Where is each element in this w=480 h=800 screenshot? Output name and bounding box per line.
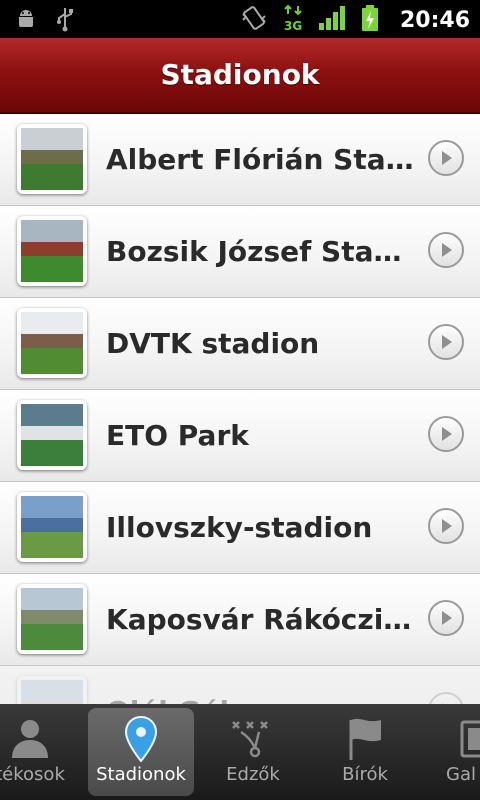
chevron-right-icon[interactable] (428, 416, 464, 452)
tab-coaches[interactable]: Edzők (200, 704, 306, 800)
list-item[interactable]: ETO Park (0, 390, 480, 482)
chevron-right-icon[interactable] (428, 692, 464, 704)
tab-stadiums[interactable]: Stadionok (88, 704, 194, 800)
chevron-right-icon[interactable] (428, 600, 464, 636)
stadium-thumbnail (17, 492, 87, 562)
stadium-name: DVTK stadion (106, 327, 320, 360)
vibrate-icon (240, 4, 268, 36)
chevron-right-icon[interactable] (428, 508, 464, 544)
stadium-thumbnail (17, 676, 87, 704)
tab-label: tékosok (0, 764, 65, 785)
stadium-thumbnail (17, 308, 87, 378)
tab-label: Gal (446, 764, 476, 785)
status-bar: 3G 20:46 (0, 0, 480, 38)
tab-label: Edzők (226, 764, 280, 785)
person-icon (8, 716, 52, 765)
stadium-name: Ojál Gál... (106, 666, 418, 704)
page-title: Stadionok (160, 58, 320, 91)
chevron-right-icon[interactable] (428, 232, 464, 268)
stadium-name: Kaposvár Rákóczi St... (106, 603, 418, 636)
stadium-thumbnail (17, 216, 87, 286)
bottom-tab-bar: tékosok Stadionok Edzők Bírók Gal (0, 704, 480, 800)
list-item[interactable]: Albert Flórián Stadi... (0, 114, 480, 206)
tab-gallery[interactable]: Gal (424, 704, 480, 800)
tab-referees[interactable]: Bírók (312, 704, 418, 800)
list-item[interactable]: Ojál Gál... (0, 666, 480, 704)
tactics-board-icon (229, 716, 277, 765)
list-item[interactable]: Kaposvár Rákóczi St... (0, 574, 480, 666)
battery-charging-icon (360, 4, 380, 36)
stadium-list[interactable]: Albert Flórián Stadi... Bozsik József St… (0, 114, 480, 704)
title-bar: Stadionok (0, 38, 480, 114)
stadium-name: Albert Flórián Stadi... (106, 143, 418, 176)
usb-icon (54, 6, 76, 36)
clock: 20:46 (399, 7, 470, 33)
chevron-right-icon[interactable] (428, 140, 464, 176)
list-item[interactable]: DVTK stadion (0, 298, 480, 390)
map-pin-icon (124, 715, 158, 767)
stadium-name: Illovszky-stadion (106, 511, 373, 544)
signal-icon (318, 5, 346, 35)
flag-icon (345, 716, 385, 767)
stadium-thumbnail (17, 584, 87, 654)
svg-text:3G: 3G (284, 19, 302, 32)
3g-data-icon: 3G (282, 4, 304, 36)
list-item[interactable]: Illovszky-stadion (0, 482, 480, 574)
stadium-thumbnail (17, 400, 87, 470)
tab-label: Bírók (342, 764, 388, 785)
tab-label: Stadionok (96, 764, 186, 785)
stadium-name: Bozsik József Stadion (106, 235, 418, 268)
stadium-thumbnail (17, 124, 87, 194)
tab-players[interactable]: tékosok (0, 704, 90, 800)
stadium-name: ETO Park (106, 419, 249, 452)
gallery-icon (456, 716, 480, 767)
list-item[interactable]: Bozsik József Stadion (0, 206, 480, 298)
android-debug-icon (14, 7, 38, 35)
chevron-right-icon[interactable] (428, 324, 464, 360)
